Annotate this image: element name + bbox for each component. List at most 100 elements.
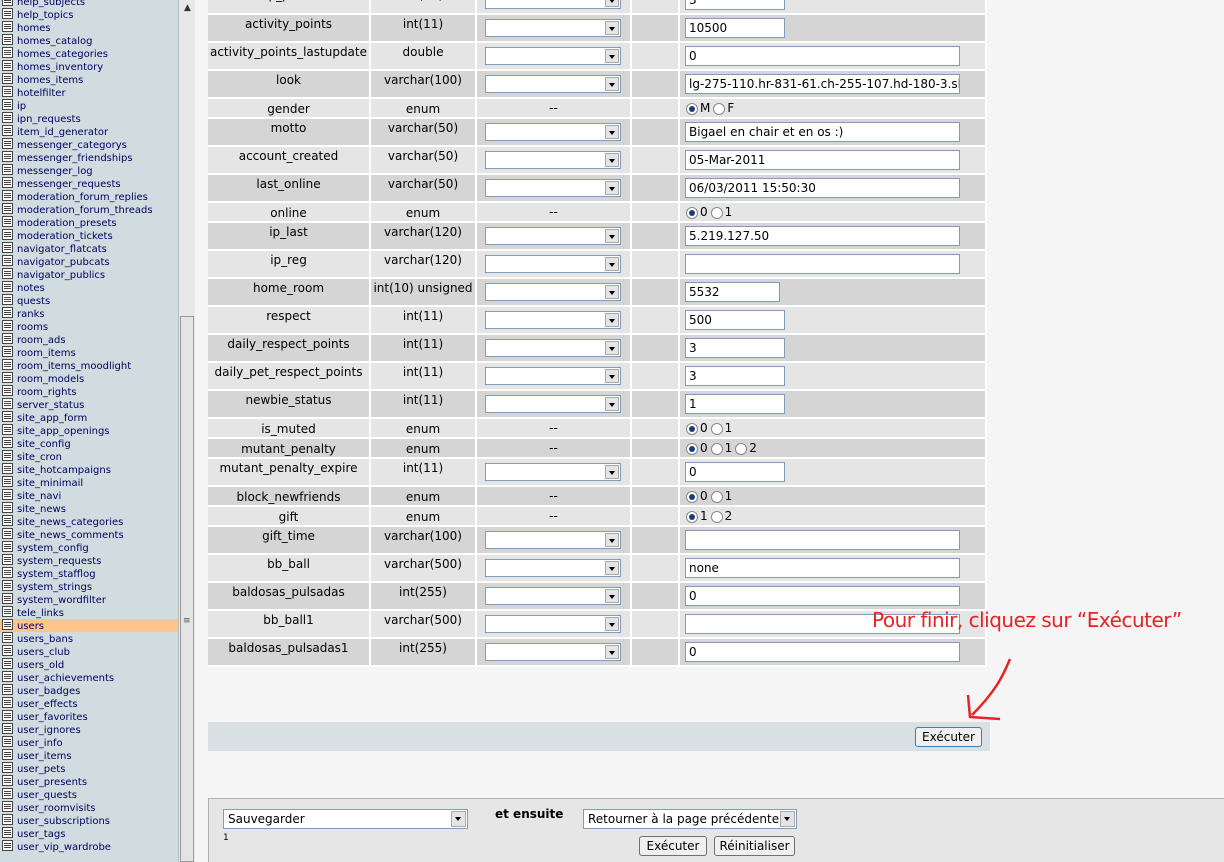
table-list-label[interactable]: help_topics — [17, 10, 74, 21]
value-input[interactable]: 1 — [685, 394, 785, 414]
table-browse-icon[interactable] — [2, 658, 13, 669]
table-browse-icon[interactable] — [2, 47, 13, 58]
table-list-item[interactable]: site_cron — [0, 450, 178, 463]
table-browse-icon[interactable] — [2, 125, 13, 136]
chevron-down-icon[interactable] — [605, 397, 619, 411]
table-browse-icon[interactable] — [2, 580, 13, 591]
table-browse-icon[interactable] — [2, 359, 13, 370]
value-input[interactable]: 5532 — [685, 282, 780, 302]
table-list-item[interactable]: users — [0, 619, 178, 632]
function-select[interactable] — [485, 395, 621, 413]
table-list-item[interactable]: tele_links — [0, 606, 178, 619]
table-browse-icon[interactable] — [2, 281, 13, 292]
table-list-label[interactable]: moderation_tickets — [17, 231, 113, 242]
table-list-label[interactable]: homes_inventory — [17, 62, 103, 73]
table-list-label[interactable]: users_old — [17, 660, 64, 671]
function-select[interactable] — [485, 559, 621, 577]
action-select[interactable]: Sauvegarder — [223, 809, 468, 829]
table-browse-icon[interactable] — [2, 645, 13, 656]
table-browse-icon[interactable] — [2, 723, 13, 734]
radio-button[interactable] — [713, 103, 726, 115]
scroll-up-arrow-icon[interactable]: ▲ — [179, 0, 195, 17]
table-list-label[interactable]: ranks — [17, 309, 45, 320]
table-browse-icon[interactable] — [2, 320, 13, 331]
table-list-label[interactable]: homes_categories — [17, 49, 108, 60]
table-list-item[interactable]: user_badges — [0, 684, 178, 697]
value-input[interactable]: 3 — [685, 0, 785, 10]
function-select[interactable] — [485, 367, 621, 385]
table-list-label[interactable]: users_club — [17, 647, 70, 658]
table-list-item[interactable]: messenger_categorys — [0, 138, 178, 151]
table-browse-icon[interactable] — [2, 34, 13, 45]
table-list-item[interactable]: user_tags — [0, 827, 178, 840]
table-list-label[interactable]: tele_links — [17, 608, 64, 619]
chevron-down-icon[interactable] — [605, 229, 619, 243]
radio-button[interactable] — [710, 511, 723, 523]
table-list-label[interactable]: user_pets — [17, 764, 65, 775]
value-input[interactable]: 05-Mar-2011 — [685, 150, 960, 170]
radio-button[interactable] — [735, 443, 748, 455]
table-browse-icon[interactable] — [2, 814, 13, 825]
table-browse-icon[interactable] — [2, 398, 13, 409]
table-list-item[interactable]: site_news_comments — [0, 528, 178, 541]
table-list-label[interactable]: homes_catalog — [17, 36, 92, 47]
table-browse-icon[interactable] — [2, 632, 13, 643]
radio-button[interactable] — [686, 423, 698, 435]
table-browse-icon[interactable] — [2, 255, 13, 266]
table-browse-icon[interactable] — [2, 684, 13, 695]
table-list-item[interactable]: ipn_requests — [0, 112, 178, 125]
table-browse-icon[interactable] — [2, 736, 13, 747]
value-input[interactable]: 5.219.127.50 — [685, 226, 960, 246]
table-browse-icon[interactable] — [2, 268, 13, 279]
execute-button-bottom[interactable]: Exécuter — [639, 836, 707, 856]
after-action-select[interactable]: Retourner à la page précédente — [583, 809, 797, 829]
table-list-item[interactable]: moderation_forum_replies — [0, 190, 178, 203]
table-browse-icon[interactable] — [2, 749, 13, 760]
table-browse-icon[interactable] — [2, 60, 13, 71]
table-list-label[interactable]: system_requests — [17, 556, 101, 567]
table-list-label[interactable]: room_models — [17, 374, 84, 385]
table-list-label[interactable]: homes_items — [17, 75, 83, 86]
table-browse-icon[interactable] — [2, 489, 13, 500]
table-list-label[interactable]: moderation_presets — [17, 218, 117, 229]
table-list-item[interactable]: site_news_categories — [0, 515, 178, 528]
table-list-label[interactable]: user_items — [17, 751, 72, 762]
table-list-item[interactable]: messenger_friendships — [0, 151, 178, 164]
table-list-item[interactable]: homes — [0, 21, 178, 34]
radio-button[interactable] — [686, 511, 698, 523]
table-list-item[interactable]: room_ads — [0, 333, 178, 346]
table-browse-icon[interactable] — [2, 801, 13, 812]
table-list-label[interactable]: user_tags — [17, 829, 65, 840]
value-input[interactable]: 500 — [685, 310, 785, 330]
chevron-down-icon[interactable] — [780, 811, 795, 827]
table-list-item[interactable]: homes_inventory — [0, 60, 178, 73]
scroll-thumb[interactable]: ≡ — [180, 316, 194, 862]
table-browse-icon[interactable] — [2, 190, 13, 201]
table-list-label[interactable]: user_info — [17, 738, 63, 749]
table-list-label[interactable]: messenger_log — [17, 166, 93, 177]
table-browse-icon[interactable] — [2, 21, 13, 32]
table-list-label[interactable]: system_config — [17, 543, 89, 554]
table-list-item[interactable]: user_roomvisits — [0, 801, 178, 814]
function-select[interactable] — [485, 311, 621, 329]
table-list-item[interactable]: user_items — [0, 749, 178, 762]
value-input[interactable] — [685, 254, 960, 274]
function-select[interactable] — [485, 123, 621, 141]
radio-button[interactable] — [686, 207, 698, 219]
table-list-item[interactable]: user_vip_wardrobe — [0, 840, 178, 853]
table-list-item[interactable]: room_models — [0, 372, 178, 385]
table-list-label[interactable]: navigator_publics — [17, 270, 105, 281]
table-list-item[interactable]: moderation_tickets — [0, 229, 178, 242]
table-list-label[interactable]: navigator_flatcats — [17, 244, 107, 255]
table-browse-icon[interactable] — [2, 762, 13, 773]
table-browse-icon[interactable] — [2, 840, 13, 851]
value-input[interactable]: 3 — [685, 366, 785, 386]
table-browse-icon[interactable] — [2, 294, 13, 305]
chevron-down-icon[interactable] — [605, 589, 619, 603]
table-browse-icon[interactable] — [2, 697, 13, 708]
table-list-item[interactable]: user_pets — [0, 762, 178, 775]
chevron-down-icon[interactable] — [605, 533, 619, 547]
table-list-item[interactable]: item_id_generator — [0, 125, 178, 138]
chevron-down-icon[interactable] — [605, 21, 619, 35]
table-browse-icon[interactable] — [2, 788, 13, 799]
